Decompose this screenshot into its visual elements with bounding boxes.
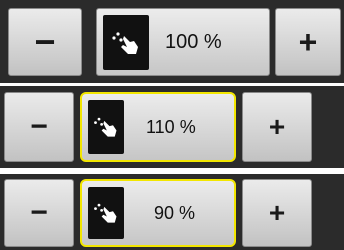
value-display[interactable]: 90 % (80, 179, 236, 247)
decrease-button[interactable]: − (4, 179, 74, 247)
hand-press-icon (88, 100, 124, 154)
value-display[interactable]: 110 % (80, 92, 236, 162)
decrease-button[interactable]: − (8, 8, 82, 76)
control-strip-3: − 90 % + (0, 174, 344, 250)
control-strip-1: − 100 % + (0, 0, 344, 83)
percentage-value: 100 % (165, 31, 222, 53)
increase-button[interactable]: + (275, 8, 341, 76)
value-display[interactable]: 100 % (96, 8, 270, 76)
percentage-value: 90 % (154, 203, 196, 223)
control-strip-2: − 110 % + (0, 86, 344, 168)
decrease-button[interactable]: − (4, 92, 74, 162)
hand-press-icon (103, 15, 149, 70)
percentage-value: 110 % (146, 117, 196, 137)
increase-button[interactable]: + (242, 92, 312, 162)
increase-button[interactable]: + (242, 179, 312, 247)
hand-press-icon (88, 187, 124, 239)
